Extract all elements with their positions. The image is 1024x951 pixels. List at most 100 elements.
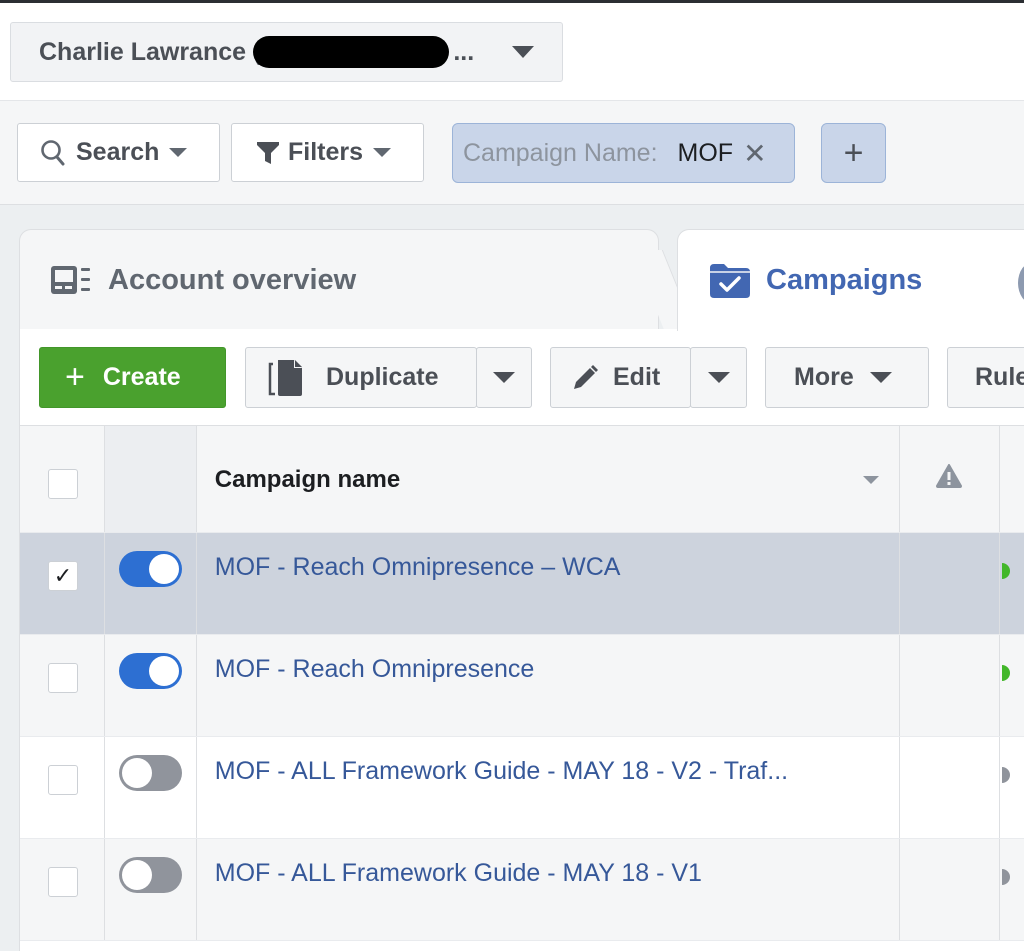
row-toggle-cell (105, 533, 197, 634)
search-icon (41, 139, 65, 165)
rules-label: Rules (975, 363, 1024, 391)
tab-label: Campaigns (766, 264, 923, 296)
filters-label: Filters (288, 138, 364, 166)
caret-down-icon (512, 46, 534, 58)
campaign-name-link[interactable]: MOF - ALL Framework Guide - MAY 18 - V2 … (215, 757, 788, 786)
toggle-knob (122, 758, 153, 788)
campaign-toggle[interactable] (119, 755, 183, 791)
row-toggle-cell (105, 839, 197, 940)
account-selector[interactable]: Charlie Lawrance ( ... (10, 22, 563, 82)
search-button[interactable]: Search (17, 123, 220, 182)
campaign-name-link[interactable]: MOF - ALL Framework Guide - MAY 18 - V1 (215, 859, 702, 888)
edit-button[interactable]: Edit (550, 347, 691, 408)
row-name-cell: MOF - Reach Omnipresence (197, 635, 900, 736)
sort-caret-icon[interactable] (862, 476, 879, 484)
add-filter-button[interactable]: + (821, 123, 886, 183)
select-all-checkbox[interactable] (48, 469, 78, 499)
create-label: Create (102, 363, 181, 391)
row-name-cell: MOF - ALL Framework Guide - MAY 18 - V1 (197, 839, 900, 940)
search-label: Search (76, 138, 160, 166)
status-inactive-icon (1002, 869, 1011, 885)
caret-down-icon (373, 148, 392, 157)
filter-bar: Search Filters Campaign Name: MOF ✕ + (0, 101, 1024, 205)
column-title: Campaign name (214, 466, 401, 493)
select-all-cell (20, 426, 106, 532)
plus-icon: + (65, 358, 85, 396)
filter-funnel-icon (257, 141, 279, 164)
row-warning-cell (900, 839, 1001, 940)
row-select-cell (20, 635, 106, 736)
campaign-name-link[interactable]: MOF - Reach Omnipresence (215, 655, 535, 684)
row-toggle-cell (105, 737, 197, 838)
table-row[interactable]: MOF - ALL Framework Guide - MAY 18 - V2 … (20, 737, 1024, 839)
caret-down-icon (707, 372, 730, 383)
tab-label: Account overview (108, 263, 357, 296)
caret-down-icon (493, 372, 515, 383)
toggle-knob (149, 656, 180, 686)
campaign-name-link[interactable]: MOF - Reach Omnipresence – WCA (215, 553, 621, 582)
active-filter-chip[interactable]: Campaign Name: MOF ✕ (452, 123, 795, 183)
status-active-icon (1002, 563, 1011, 579)
close-icon[interactable]: ✕ (743, 137, 766, 170)
campaign-toggle[interactable] (119, 653, 183, 689)
row-delivery-cell (1000, 533, 1024, 634)
campaign-folder-check-icon (710, 263, 750, 298)
status-active-icon (1002, 665, 1011, 681)
row-name-cell: MOF - ALL Framework Guide - MAY 18 - V2 … (197, 737, 900, 838)
duplicate-options-button[interactable] (476, 347, 532, 408)
filters-button[interactable]: Filters (231, 123, 424, 182)
row-warning-cell (900, 737, 1001, 838)
account-ellipsis: ... (453, 37, 475, 66)
more-label: More (794, 363, 854, 391)
account-section: Charlie Lawrance ( ... (0, 3, 1024, 101)
campaign-toggle[interactable] (119, 551, 183, 587)
row-select-cell (20, 737, 106, 838)
row-checkbox[interactable] (48, 867, 78, 897)
row-warning-cell (900, 635, 1001, 736)
edit-options-button[interactable] (690, 347, 747, 408)
campaign-toolbar: + Create Duplicate Edit More Rule (20, 329, 1024, 426)
filter-chip-label: Campaign Name: (463, 138, 658, 167)
caret-down-icon (869, 372, 892, 383)
edit-label: Edit (613, 363, 661, 391)
campaign-toggle[interactable] (119, 857, 183, 893)
campaign-name-header[interactable]: Campaign name (197, 426, 900, 532)
table-row[interactable]: MOF - ALL Framework Guide - MAY 18 - V1 (20, 839, 1024, 941)
account-overview-icon (51, 266, 90, 294)
row-delivery-cell (1000, 839, 1024, 940)
row-delivery-cell (1000, 635, 1024, 736)
duplicate-icon (268, 359, 302, 396)
toggle-knob (149, 554, 180, 584)
row-toggle-cell (105, 635, 197, 736)
caret-down-icon (169, 148, 188, 157)
redacted-account-id (253, 36, 450, 68)
table-header-row: Campaign name (20, 426, 1024, 533)
filter-chip-value: MOF (677, 138, 734, 167)
row-select-cell (20, 839, 106, 940)
table-row[interactable]: ✓ MOF - Reach Omnipresence – WCA (20, 533, 1024, 635)
duplicate-label: Duplicate (326, 363, 439, 391)
delivery-column-header (1000, 426, 1024, 532)
rules-button[interactable]: Rules (947, 347, 1024, 408)
more-button[interactable]: More (765, 347, 929, 408)
duplicate-button[interactable]: Duplicate (245, 347, 477, 408)
row-checkbox[interactable] (48, 765, 78, 795)
warning-icon (935, 464, 962, 488)
toggle-column-header (105, 426, 197, 532)
status-inactive-icon (1002, 767, 1011, 783)
row-name-cell: MOF - Reach Omnipresence – WCA (197, 533, 900, 634)
table-row[interactable]: MOF - Reach Omnipresence (20, 635, 1024, 737)
tab-campaigns[interactable]: Campaigns (677, 229, 1024, 331)
create-button[interactable]: + Create (39, 347, 226, 408)
account-name: Charlie Lawrance ( (39, 37, 262, 66)
warning-column-header (900, 426, 1001, 532)
row-checkbox[interactable]: ✓ (48, 561, 78, 591)
row-select-cell: ✓ (20, 533, 106, 634)
tab-account-overview[interactable]: Account overview (19, 229, 659, 330)
campaigns-panel: + Create Duplicate Edit More Rule Campai… (19, 329, 1024, 951)
toggle-knob (122, 860, 153, 890)
tabs-area: Account overview Campaigns + Create Dupl… (0, 205, 1024, 951)
row-checkbox[interactable] (48, 663, 78, 693)
campaigns-table: Campaign name ✓ MOF - Reach Omnipresence… (20, 426, 1024, 941)
row-delivery-cell (1000, 737, 1024, 838)
